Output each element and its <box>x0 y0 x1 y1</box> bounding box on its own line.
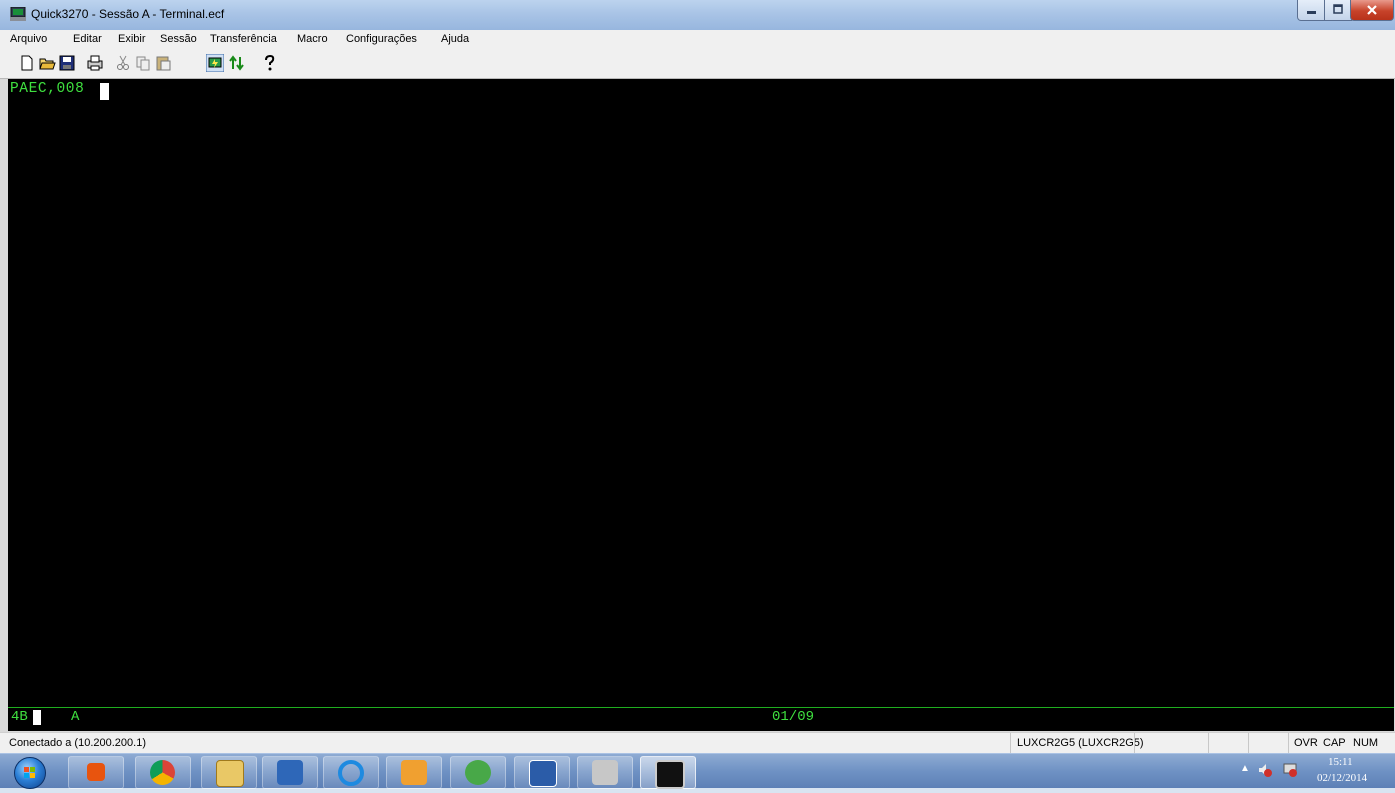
paste-icon[interactable] <box>154 54 172 72</box>
menu-ajuda[interactable]: Ajuda <box>441 33 469 45</box>
outlook-icon <box>401 760 427 785</box>
empty-cell <box>1134 733 1209 754</box>
system-tray: ▲ <box>1230 754 1395 788</box>
terminal-cursor <box>100 83 109 100</box>
clock-time[interactable]: 15:11 <box>1328 756 1353 768</box>
host-name: LUXCR2G5 (LUXCR2G5) <box>1017 737 1144 749</box>
app-check-icon <box>277 760 303 785</box>
windows-logo-icon <box>24 767 35 778</box>
cut-icon[interactable] <box>114 54 132 72</box>
status-bar: Conectado a (10.200.200.1) LUXCR2G5 (LUX… <box>0 732 1395 754</box>
connect-icon[interactable] <box>206 54 224 72</box>
new-document-icon[interactable] <box>18 54 36 72</box>
empty-cell <box>1208 733 1249 754</box>
oia-separator <box>8 707 1394 708</box>
oia-cursor-position: 01/09 <box>772 709 815 725</box>
save-icon[interactable] <box>58 54 76 72</box>
empty-cell <box>1248 733 1289 754</box>
network-icon[interactable] <box>1282 762 1298 778</box>
menu-sessao[interactable]: Sessão <box>160 33 197 45</box>
chrome-icon <box>150 760 175 785</box>
help-icon[interactable] <box>260 54 278 72</box>
menu-bar: Arquivo Editar Exibir Sessão Transferênc… <box>0 30 1395 49</box>
restore-icon <box>1333 4 1343 14</box>
title-bar: Quick3270 - Sessão A - Terminal.ecf <box>0 0 1395 31</box>
num-indicator: NUM <box>1353 737 1379 749</box>
printer-app-icon <box>592 760 618 785</box>
taskbar-word[interactable] <box>514 756 570 789</box>
taskbar: ▲ 15:11 02/12/2014 <box>0 753 1395 789</box>
oia-indicator: 4B <box>11 709 28 725</box>
window-title: Quick3270 - Sessão A - Terminal.ecf <box>31 7 225 21</box>
taskbar-printer[interactable] <box>577 756 633 789</box>
oia-session: A <box>71 709 80 725</box>
cap-indicator: CAP <box>1323 737 1346 749</box>
quick3270-icon <box>655 760 685 789</box>
open-folder-icon[interactable] <box>38 54 56 72</box>
toolbar <box>0 49 1395 79</box>
taskbar-messenger[interactable] <box>450 756 506 789</box>
taskbar-quick3270[interactable] <box>640 756 696 789</box>
oia-block <box>33 710 41 725</box>
terminal-app-icon <box>10 7 26 21</box>
volume-muted-icon[interactable] <box>1257 762 1273 778</box>
taskbar-ie[interactable] <box>323 756 379 789</box>
menu-macro[interactable]: Macro <box>297 33 328 45</box>
taskbar-outlook[interactable] <box>386 756 442 789</box>
word-icon <box>529 760 557 787</box>
taskbar-office[interactable] <box>68 756 124 789</box>
host-cell: LUXCR2G5 (LUXCR2G5) <box>1010 733 1144 754</box>
messenger-icon <box>465 760 491 785</box>
menu-transferencia[interactable]: Transferência <box>210 33 277 45</box>
taskbar-chrome[interactable] <box>135 756 191 789</box>
copy-icon[interactable] <box>134 54 152 72</box>
terminal-frame: PAEC,008 4B A 01/09 <box>0 79 1395 732</box>
ovr-indicator: OVR <box>1294 737 1318 749</box>
menu-exibir[interactable]: Exibir <box>118 33 146 45</box>
start-button[interactable] <box>14 757 46 789</box>
minimize-button[interactable] <box>1297 0 1326 21</box>
print-icon[interactable] <box>86 54 104 72</box>
clock-date[interactable]: 02/12/2014 <box>1317 772 1367 784</box>
menu-editar[interactable]: Editar <box>73 33 102 45</box>
taskbar-app[interactable] <box>262 756 318 789</box>
close-icon <box>1367 5 1377 15</box>
close-button[interactable] <box>1350 0 1394 21</box>
transfer-icon[interactable] <box>228 54 246 72</box>
ie-icon <box>338 760 364 786</box>
menu-configuracoes[interactable]: Configurações <box>346 33 417 45</box>
explorer-icon <box>216 760 244 787</box>
terminal-screen[interactable]: PAEC,008 4B A 01/09 <box>8 79 1394 731</box>
lock-cell: OVR CAP NUM <box>1288 733 1395 754</box>
menu-arquivo[interactable]: Arquivo <box>10 33 47 45</box>
taskbar-explorer[interactable] <box>201 756 257 789</box>
show-hidden-icons-icon[interactable]: ▲ <box>1240 763 1250 774</box>
connection-status: Conectado a (10.200.200.1) <box>9 737 146 749</box>
terminal-input-line: PAEC,008 <box>10 81 85 97</box>
maximize-button[interactable] <box>1324 0 1352 21</box>
minimize-icon <box>1307 11 1316 14</box>
office-icon <box>87 763 105 781</box>
